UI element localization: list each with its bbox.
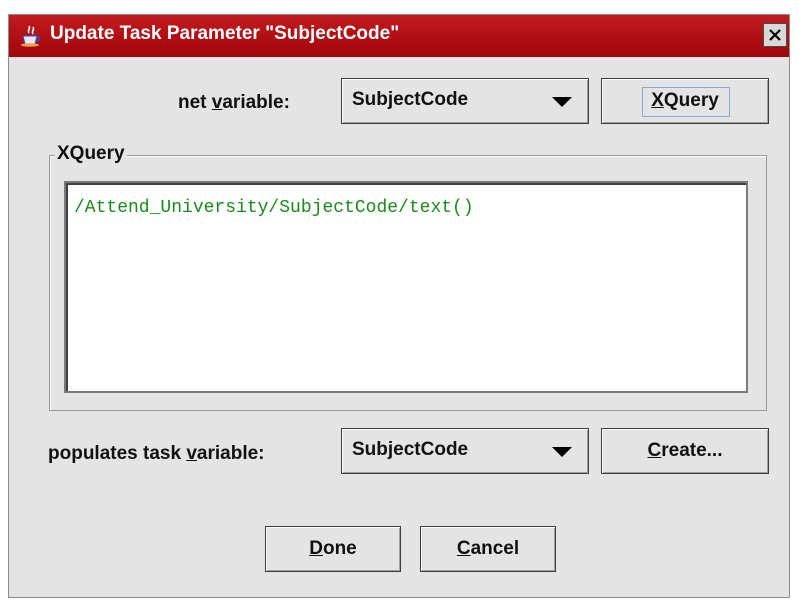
done-button-label: one [322,538,357,559]
task-variable-combobox[interactable]: SubjectCode [341,428,589,474]
net-variable-label-mnemonic: v [211,92,223,113]
net-variable-selected: SubjectCode [352,89,469,110]
task-variable-label: populates task variable: [48,443,265,465]
dropdown-arrow-icon[interactable] [552,447,572,457]
done-button-mnemonic: D [309,538,323,559]
xquery-button[interactable]: X Query [601,78,769,124]
xquery-group-legend: XQuery [55,143,127,165]
cancel-button-label: ancel [470,538,520,559]
dropdown-arrow-icon[interactable] [552,97,572,107]
title-bar[interactable]: Update Task Parameter "SubjectCode" [9,15,789,57]
task-variable-label-pre: populates task [48,443,187,464]
xquery-expression[interactable]: /Attend_University/SubjectCode/text() [74,198,474,218]
cancel-button-mnemonic: C [456,538,471,559]
update-task-parameter-dialog: Update Task Parameter "SubjectCode" net … [8,14,790,598]
xquery-editor[interactable]: /Attend_University/SubjectCode/text() [64,181,748,393]
create-button-label: reate... [661,440,723,461]
net-variable-combobox[interactable]: SubjectCode [341,78,589,124]
net-variable-label: net variable: [178,92,290,114]
done-button[interactable]: Done [265,526,401,572]
window-title: Update Task Parameter "SubjectCode" [50,23,400,44]
net-variable-label-pre: net [178,92,212,113]
create-button[interactable]: Create... [601,428,769,474]
close-icon [769,29,781,41]
net-variable-label-post: ariable: [222,92,290,113]
java-cup-icon [21,25,41,47]
task-variable-label-mnemonic: v [186,443,197,464]
task-variable-label-post: ariable: [196,443,265,464]
focus-indicator [642,87,730,117]
task-variable-selected: SubjectCode [352,439,469,460]
create-button-mnemonic: C [647,440,662,461]
cancel-button[interactable]: Cancel [420,526,556,572]
close-button[interactable] [763,23,787,47]
